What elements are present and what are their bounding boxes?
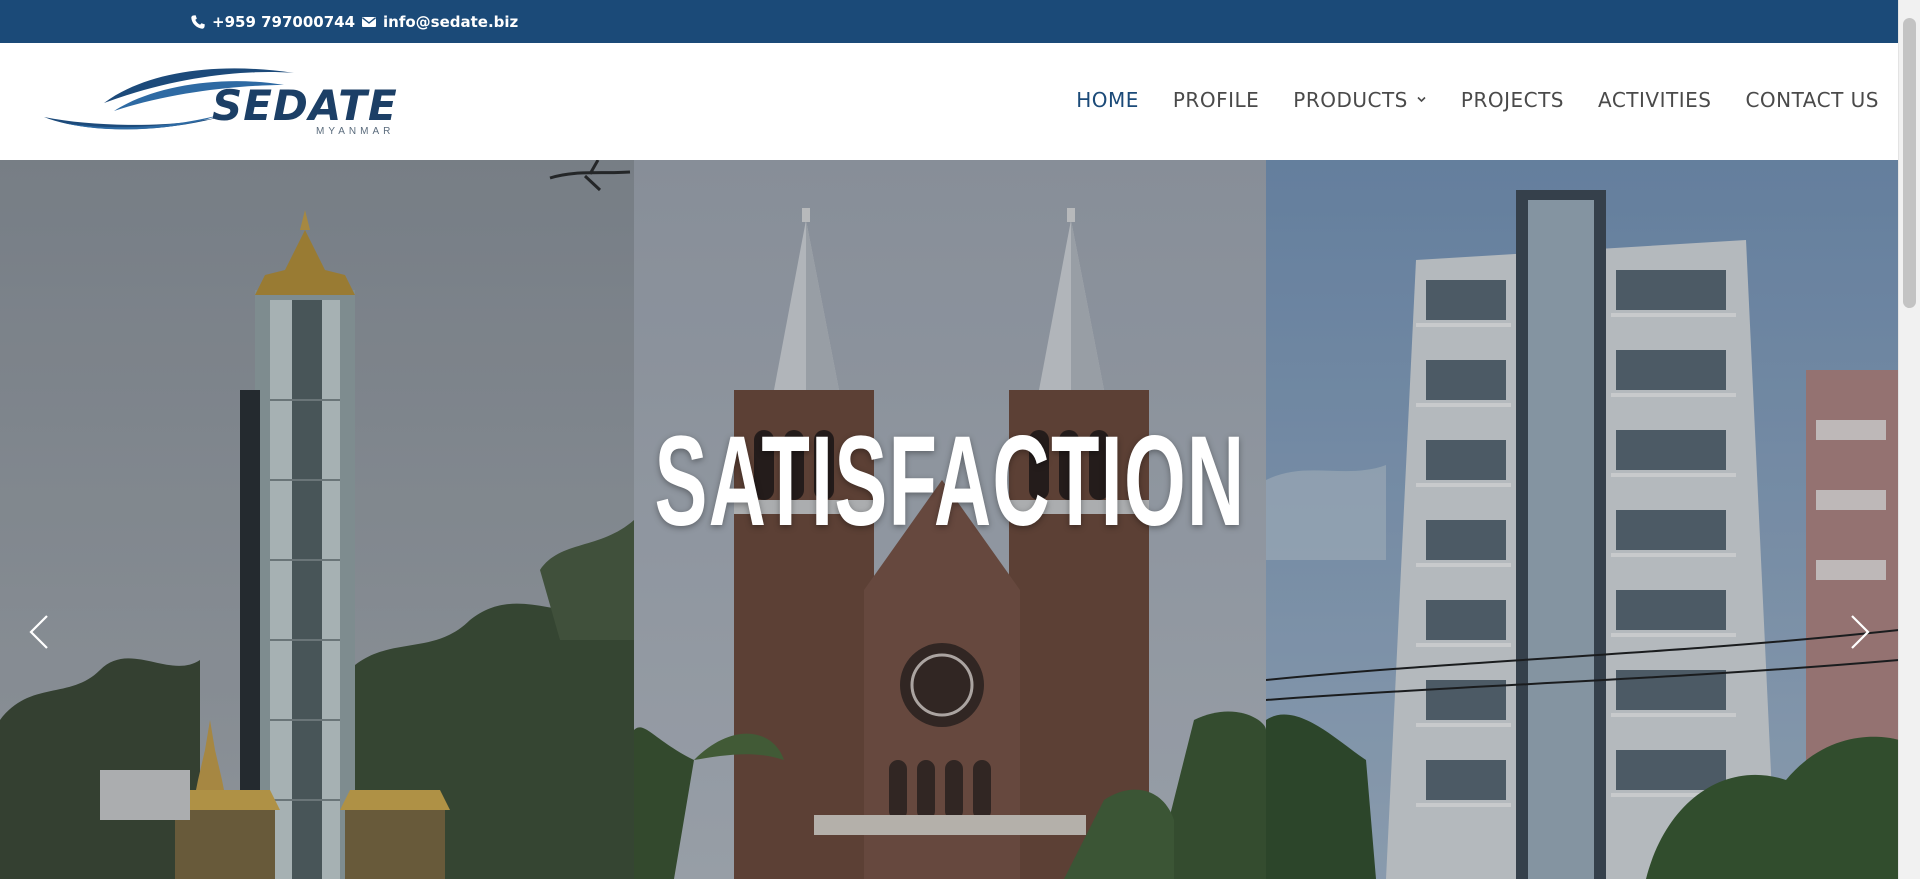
slide-headline: SATISFACTION <box>654 410 1246 553</box>
nav-profile[interactable]: PROFILE <box>1173 88 1259 112</box>
chevron-down-icon <box>1416 94 1427 105</box>
nav-activities-label: ACTIVITIES <box>1598 87 1712 112</box>
slide-image-elevator-tower <box>0 160 634 879</box>
nav-home[interactable]: HOME <box>1076 88 1139 112</box>
nav-home-label: HOME <box>1076 87 1139 112</box>
logo-wordmark: SEDATE <box>212 81 398 130</box>
chevron-left-icon <box>29 615 48 649</box>
phone-contact[interactable]: +959 797000744 <box>190 0 355 43</box>
nav-contact-us-label: CONTACT US <box>1745 87 1879 112</box>
logo-tagline: MYANMAR <box>316 126 395 137</box>
nav-contact-us[interactable]: CONTACT US <box>1745 88 1879 112</box>
nav-products[interactable]: PRODUCTS <box>1293 88 1427 112</box>
nav-profile-label: PROFILE <box>1172 87 1260 112</box>
slider-prev-button[interactable] <box>25 612 55 652</box>
nav-products-label: PRODUCTS <box>1293 87 1408 112</box>
sedate-logo[interactable]: SEDATE MYANMAR <box>44 63 414 143</box>
email-contact[interactable]: info@sedate.biz <box>361 0 518 43</box>
chevron-right-icon <box>1851 615 1870 649</box>
page-scrollbar[interactable] <box>1898 0 1920 879</box>
email-address: info@sedate.biz <box>383 12 519 31</box>
slide-image-apartment-building <box>1266 160 1899 879</box>
envelope-icon <box>361 14 377 30</box>
top-bar: +959 797000744 info@sedate.biz <box>0 0 1899 43</box>
phone-icon <box>190 14 206 30</box>
nav-projects-label: PROJECTS <box>1460 87 1565 112</box>
nav-projects[interactable]: PROJECTS <box>1461 88 1564 112</box>
nav-activities[interactable]: ACTIVITIES <box>1598 88 1711 112</box>
phone-number: +959 797000744 <box>212 12 356 31</box>
scrollbar-thumb[interactable] <box>1903 18 1916 308</box>
main-nav: HOME PROFILE PRODUCTS PROJECTS ACTIVITIE… <box>1042 43 1879 160</box>
slider-next-button[interactable] <box>1844 612 1874 652</box>
